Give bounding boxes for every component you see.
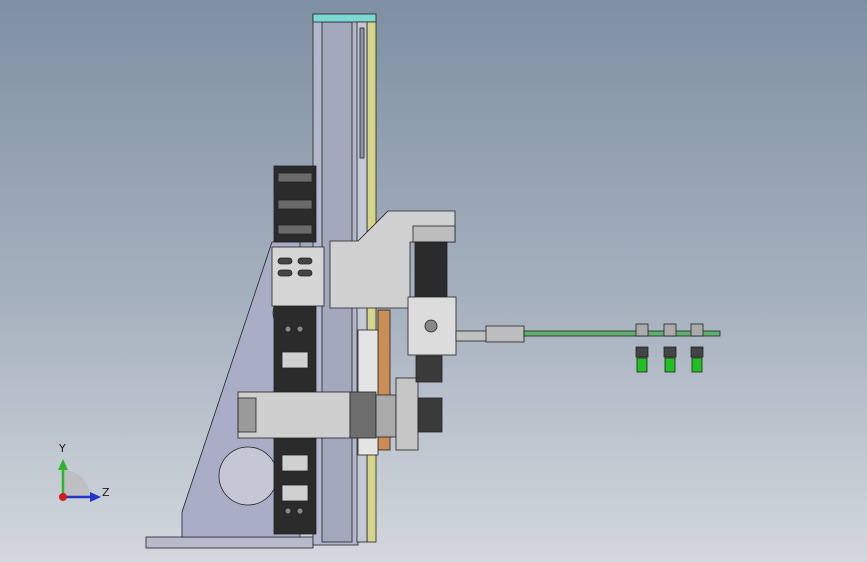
- pulley-upper: [415, 355, 443, 383]
- x-axis-dot: [59, 493, 67, 501]
- nozzle-3: [690, 323, 704, 373]
- y-axis-arrow: [58, 459, 68, 470]
- carriage-cap: [412, 225, 456, 243]
- cad-viewport[interactable]: Y Z: [0, 0, 867, 562]
- machine-assembly-drawing: [58, 13, 721, 549]
- column-top-cap: [312, 13, 377, 23]
- cylinder-rod-end: [349, 391, 377, 439]
- rail-slot: [359, 27, 365, 159]
- carriage-drag-chain: [414, 241, 448, 299]
- cylinder-head: [237, 397, 257, 433]
- nozzle-1: [635, 323, 649, 373]
- drag-chain: [273, 165, 317, 535]
- y-axis-label: Y: [59, 442, 66, 455]
- arm-block: [485, 325, 525, 343]
- nozzle-2: [663, 323, 677, 373]
- axis-triad: [58, 459, 101, 502]
- z-axis-label: Z: [102, 486, 110, 499]
- gripper-arm: [523, 330, 721, 337]
- cylinder-collar: [375, 394, 397, 438]
- pulley-lower: [417, 397, 443, 433]
- mount-plate-left: [271, 246, 325, 307]
- base-plate: [145, 536, 314, 549]
- bracket-hole-lower: [218, 446, 278, 506]
- motor-mount-plate: [395, 377, 419, 451]
- z-axis-arrow: [90, 492, 101, 502]
- motor-shaft: [424, 319, 438, 333]
